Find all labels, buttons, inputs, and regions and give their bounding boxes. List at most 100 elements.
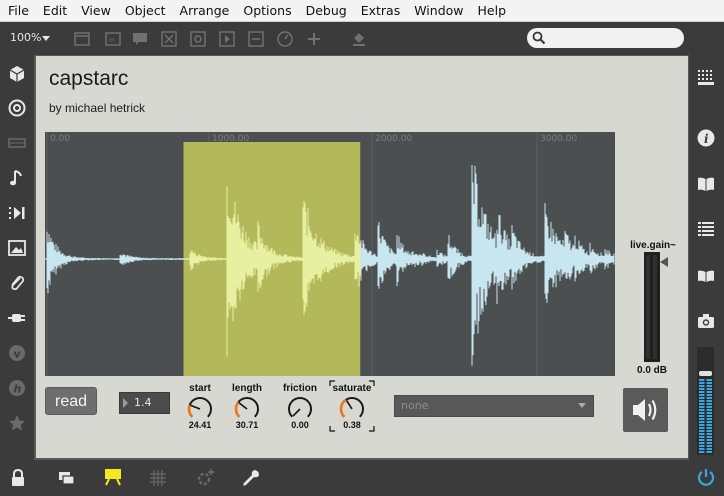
meter-segment <box>699 418 705 420</box>
list-icon[interactable] <box>696 219 716 239</box>
wrench-icon[interactable] <box>241 468 261 488</box>
paperclip-icon[interactable] <box>7 273 27 293</box>
meter-segment <box>699 409 705 411</box>
h-badge-icon[interactable]: h <box>7 378 27 398</box>
presentation-toggle-icon[interactable] <box>103 467 123 489</box>
length-knob[interactable] <box>233 395 261 423</box>
ruler-label: 0.00 <box>50 134 70 144</box>
menu-arrange[interactable]: Arrange <box>173 0 237 22</box>
book-icon[interactable] <box>696 174 716 194</box>
saturate-label: saturate <box>332 383 372 394</box>
star-icon[interactable] <box>7 413 27 433</box>
meter-segment <box>699 421 705 423</box>
paint-bucket-icon[interactable] <box>350 30 368 48</box>
menu-edit[interactable]: Edit <box>36 0 74 22</box>
meter-segment <box>706 397 712 399</box>
gain-value: 0.0 dB <box>636 365 667 376</box>
meter-segment <box>699 397 705 399</box>
speaker-icon <box>633 399 657 421</box>
gain-slider-handle[interactable] <box>660 257 668 267</box>
toolbar: 100% m <box>0 22 724 55</box>
menu-bar: File Edit View Object Arrange Options De… <box>0 0 724 22</box>
read-button[interactable]: read <box>45 387 97 415</box>
start-knob[interactable] <box>186 395 214 423</box>
friction-label: friction <box>283 383 317 394</box>
close-box-icon[interactable] <box>160 30 178 48</box>
meter-segment <box>699 391 705 393</box>
gain-label: live.gain~ <box>630 240 676 251</box>
meter-segment <box>699 427 705 429</box>
grid-toggle-icon[interactable] <box>148 468 168 488</box>
play-box-icon[interactable] <box>218 30 236 48</box>
windows-icon[interactable] <box>57 468 77 488</box>
search-input[interactable] <box>527 28 684 48</box>
image-icon[interactable] <box>7 238 27 258</box>
knob-value-arc <box>234 401 241 418</box>
meter-segment <box>706 385 712 387</box>
zoom-dropdown-icon[interactable] <box>42 36 50 41</box>
saturate-value: 0.38 <box>343 420 361 430</box>
object-icon[interactable] <box>189 30 207 48</box>
gain-meter[interactable] <box>644 252 660 362</box>
meter-segment <box>706 406 712 408</box>
waveform-display[interactable]: 0.00 1000.00 2000.00 3000.00 <box>45 132 615 376</box>
meter-segment <box>706 436 712 438</box>
meter-segment <box>699 439 705 441</box>
meter-segment <box>706 394 712 396</box>
gear-plus-icon[interactable] <box>195 467 217 489</box>
lock-icon[interactable] <box>9 468 27 488</box>
v-badge-icon[interactable]: v <box>7 343 27 363</box>
meter-segment <box>706 391 712 393</box>
knob-needle <box>238 402 248 410</box>
master-level-meter[interactable] <box>697 347 714 455</box>
meter-segment <box>699 394 705 396</box>
music-note-icon[interactable] <box>7 168 27 188</box>
menu-extras[interactable]: Extras <box>354 0 408 22</box>
power-icon[interactable] <box>696 467 716 487</box>
media-icon[interactable] <box>7 203 27 223</box>
saturate-knob[interactable] <box>338 395 366 423</box>
length-label: length <box>232 383 262 394</box>
gauge-icon[interactable] <box>276 30 294 48</box>
mode-dropdown[interactable]: none <box>394 395 594 417</box>
friction-knob[interactable] <box>286 395 314 423</box>
menu-help[interactable]: Help <box>471 0 514 22</box>
minus-box-icon[interactable] <box>247 30 265 48</box>
open-book-icon[interactable] <box>696 266 716 286</box>
info-icon[interactable]: i <box>696 128 716 148</box>
camera-icon[interactable] <box>696 311 716 331</box>
menu-options[interactable]: Options <box>236 0 298 22</box>
grid-icon[interactable] <box>696 68 716 88</box>
meter-segment <box>706 415 712 417</box>
speaker-button[interactable] <box>623 388 668 432</box>
meter-segment <box>706 448 712 450</box>
knob-track <box>188 397 212 418</box>
meter-segment <box>706 433 712 435</box>
zoom-level[interactable]: 100% <box>10 31 41 44</box>
add-icon[interactable] <box>305 30 323 48</box>
cube-icon[interactable] <box>7 64 27 84</box>
meter-segment <box>706 421 712 423</box>
menu-view[interactable]: View <box>74 0 118 22</box>
meter-segment <box>706 430 712 432</box>
meter-segment <box>699 448 705 450</box>
left-sidebar: v h <box>0 55 34 460</box>
knob-track <box>235 397 259 418</box>
svg-text:v: v <box>14 348 22 361</box>
meter-segment <box>699 382 705 384</box>
start-label: start <box>189 383 211 394</box>
menu-window[interactable]: Window <box>407 0 470 22</box>
comment-box-icon[interactable]: m <box>104 30 122 48</box>
menu-debug[interactable]: Debug <box>299 0 354 22</box>
slider-icon[interactable] <box>7 133 27 153</box>
menu-object[interactable]: Object <box>118 0 173 22</box>
menu-file[interactable]: File <box>0 0 36 22</box>
meter-segment <box>699 388 705 390</box>
meter-segment <box>706 427 712 429</box>
master-volume-handle[interactable] <box>699 371 712 376</box>
presentation-icon[interactable] <box>73 30 91 48</box>
plug-icon[interactable] <box>7 308 27 328</box>
speech-bubble-icon[interactable] <box>131 30 149 48</box>
target-icon[interactable] <box>7 98 27 118</box>
meter-segment <box>699 385 705 387</box>
